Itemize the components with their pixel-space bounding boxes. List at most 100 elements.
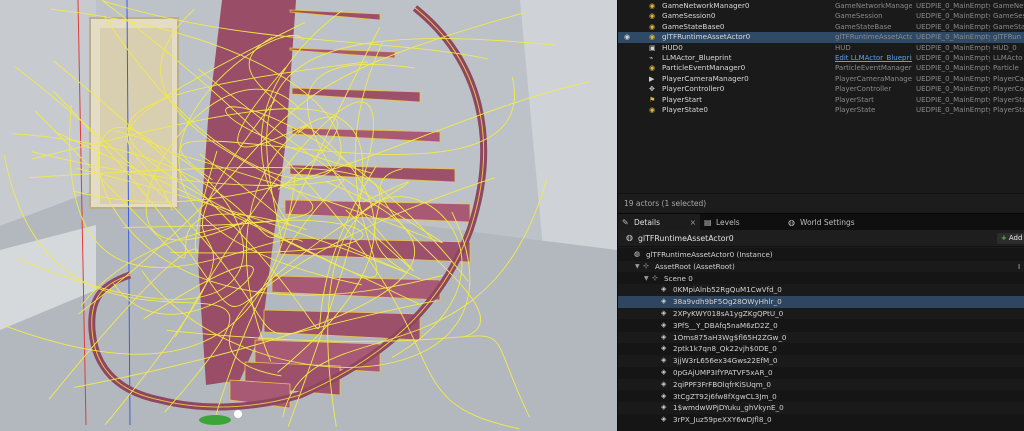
tab-world-settings[interactable]: ◍ World Settings — [784, 214, 880, 231]
tree-label: 3PfS__Y_DBAfq5naM6zD2Z_0 — [673, 320, 778, 330]
tree-row[interactable]: ▼ ⊹ Scene 0 — [618, 273, 1024, 284]
expand-arrow-icon[interactable]: ▼ — [644, 273, 649, 284]
outliner-row[interactable]: ▶ PlayerCameraManager0 PlayerCameraManager… — [618, 74, 1024, 84]
mesh-icon: ◈ — [661, 356, 667, 365]
outliner-row[interactable]: ⚑ PlayerStart PlayerStart UEDPIE_0_MainEmpt… — [618, 95, 1024, 105]
mesh-icon: ◈ — [661, 297, 667, 306]
tree-label: 0pGAjUMP3IfYPATVF5xAR_0 — [673, 368, 773, 377]
actor-label: LLMActo — [993, 54, 1023, 62]
row-tail: I — [1018, 261, 1021, 271]
edit-blueprint-link[interactable]: Edit LLMActor_Blueprint — [835, 53, 912, 63]
tree-row[interactable]: ◈ 3jjW3rL656ex34Gws22EfM_0 — [618, 355, 1024, 367]
component-icon: ◉ — [649, 2, 656, 10]
actor-level: UEDPIE_0_MainEmpty — [916, 54, 990, 62]
actor-label: GameSes — [993, 12, 1024, 21]
outliner-row[interactable]: ◉ PlayerState0 PlayerState UEDPIE_0_MainEmp… — [618, 105, 1024, 115]
tree-row[interactable]: ◈ 2ptk1k7qn8_Qk22vjh$0DE_0 — [618, 343, 1024, 354]
actor-type: PlayerCameraManager — [835, 74, 912, 83]
visibility-eye-icon[interactable]: ◉ — [624, 32, 632, 42]
actor-level: UEDPIE_0_MainEmpty — [916, 43, 990, 52]
actor-level: UEDPIE_0_MainEmpty — [916, 2, 990, 10]
outliner-row[interactable]: ▣ HUD0 HUD UEDPIE_0_MainEmpty HUD_0 — [618, 43, 1024, 53]
actor-type: GameSession — [835, 12, 883, 21]
editor-side-panel: ◉ GameNetworkManager0 GameNetworkManager UE… — [617, 0, 1024, 431]
plus-icon: + — [1001, 234, 1007, 242]
globe-icon: ◍ — [788, 218, 795, 227]
tree-row[interactable]: ◈ 0pGAjUMP3IfYPATVF5xAR_0 — [618, 367, 1024, 378]
actor-label: Particle — [993, 64, 1019, 73]
actor-label: GameNet — [993, 2, 1024, 10]
tree-label: 1Oms875aH3Wg$fl65H2ZGw_0 — [673, 332, 787, 342]
actor-name: PlayerCameraManager0 — [662, 73, 749, 83]
outliner-row[interactable]: ◉ ◉ glTFRuntimeAssetActor0 glTFRuntimeAsset… — [618, 32, 1024, 43]
details-icon: ✎ — [622, 218, 629, 227]
mesh-icon: ◈ — [661, 332, 667, 341]
actor-level: UEDPIE_0_MainEmpty — [916, 106, 990, 114]
actor-label: glTFRun — [993, 33, 1022, 42]
actor-name: HUD0 — [662, 42, 683, 52]
gamepad-icon: ✥ — [649, 85, 655, 94]
expand-arrow-icon[interactable]: ▼ — [635, 261, 640, 272]
mesh-icon: ◈ — [661, 368, 667, 376]
tree-row[interactable]: ◍ glTFRuntimeAssetActor0 (Instance) — [618, 249, 1024, 260]
tab-levels[interactable]: ▤ Levels — [700, 214, 784, 231]
tree-row[interactable]: ◈ 3rPX_Juz59peXXY6wDJfl8_0 — [618, 414, 1024, 425]
scene-icon: ⊹ — [652, 273, 658, 282]
component-tree: ◍ glTFRuntimeAssetActor0 (Instance) ▼ ⊹ Asse… — [618, 248, 1024, 431]
actor-icon: ◍ — [626, 233, 633, 242]
mesh-icon: ◈ — [661, 391, 667, 400]
tree-row[interactable]: ◈ 3PfS__Y_DBAfq5naM6zD2Z_0 — [618, 320, 1024, 331]
outliner-row[interactable]: ◉ GameNetworkManager0 GameNetworkManager UE… — [618, 1, 1024, 11]
tree-row[interactable]: ◈ 2qiPPF3FrFBOlqfrKiSUqm_0 — [618, 378, 1024, 391]
component-icon: ◉ — [649, 33, 656, 42]
tree-label: 2qiPPF3FrFBOlqfrKiSUqm_0 — [673, 379, 771, 389]
actor-label: HUD_0 — [993, 43, 1017, 52]
tree-row[interactable]: ◈ 3tCgZT92j6fw8fXgwCL3Jm_0 — [618, 391, 1024, 402]
tree-row[interactable]: ◈ 0KMpiAlnb52RgQuM1CwVfd_0 — [618, 284, 1024, 296]
tree-label: 3rPX_Juz59peXXY6wDJfl8_0 — [673, 415, 772, 425]
door-panel — [100, 28, 172, 204]
actor-label: GameSta — [993, 22, 1024, 31]
actor-type: GameStateBase — [835, 22, 892, 31]
tree-row[interactable]: ◈ 1Oms875aH3Wg$fl65H2ZGw_0 — [618, 331, 1024, 343]
actor-name: GameNetworkManager0 — [662, 1, 750, 10]
mesh-icon: ◈ — [661, 309, 667, 317]
actor-level: UEDPIE_0_MainEmpty — [916, 95, 990, 104]
camera-icon: ▶ — [649, 74, 655, 83]
outliner-row[interactable]: ⌁ LLMActor_Blueprint Edit LLMActor_Bluepri… — [618, 53, 1024, 63]
actor-type: PlayerController — [835, 85, 892, 94]
tree-row[interactable]: ▼ ⊹ AssetRoot (AssetRoot) I — [618, 260, 1024, 273]
mesh-icon: ◈ — [661, 285, 667, 294]
outliner-status: 19 actors (1 selected) — [618, 193, 1024, 213]
actor-label: PlayerCa — [993, 74, 1024, 83]
mesh-icon: ◈ — [661, 344, 667, 353]
close-icon[interactable]: × — [690, 214, 696, 231]
actor-label: PlayerCo — [993, 85, 1024, 94]
tree-label: 3tCgZT92j6fw8fXgwCL3Jm_0 — [673, 391, 777, 401]
tab-label: Levels — [716, 218, 740, 227]
actor-name: GameSession0 — [662, 11, 716, 21]
scene-root-icon: ⊹ — [643, 261, 649, 270]
selected-actor-name: glTFRuntimeAssetActor0 — [638, 234, 734, 243]
outliner-row[interactable]: ◉ GameSession0 GameSession UEDPIE_0_MainEmp… — [618, 11, 1024, 21]
actor-count-text: 19 actors (1 selected) — [624, 199, 707, 208]
tree-label: Scene 0 — [664, 273, 693, 283]
actor-type: ParticleEventManager — [835, 64, 912, 73]
outliner-row[interactable]: ◉ ParticleEventManager0 ParticleEventManag… — [618, 63, 1024, 73]
tab-details[interactable]: ✎ Details × — [618, 214, 700, 231]
tree-row[interactable]: ◈ 1$wmdwWPjDYuku_ghVkynE_0 — [618, 402, 1024, 414]
actor-name: PlayerStart — [662, 94, 702, 104]
tree-row[interactable]: ◈ 2XPyKWY018sA1ygZKgQPtU_0 — [618, 308, 1024, 320]
add-component-button[interactable]: + Add — [997, 233, 1024, 244]
outliner-row[interactable]: ✥ PlayerController0 PlayerController UEDPIE… — [618, 84, 1024, 94]
component-icon: ◉ — [649, 22, 656, 31]
level-viewport[interactable] — [0, 0, 617, 431]
tree-row[interactable]: ◈ 38a9vdh9bF5Og28OWyHhlr_0 — [618, 296, 1024, 308]
actor-level: UEDPIE_0_MainEmpty — [916, 12, 990, 21]
outliner-row[interactable]: ◉ GameStateBase0 GameStateBase UEDPIE_0_Mai… — [618, 22, 1024, 32]
actor-icon: ◍ — [634, 250, 641, 258]
mesh-icon: ◈ — [661, 415, 667, 424]
component-icon: ◉ — [649, 64, 656, 73]
blueprint-icon: ⌁ — [649, 54, 654, 62]
tree-label: AssetRoot (AssetRoot) — [655, 261, 735, 271]
